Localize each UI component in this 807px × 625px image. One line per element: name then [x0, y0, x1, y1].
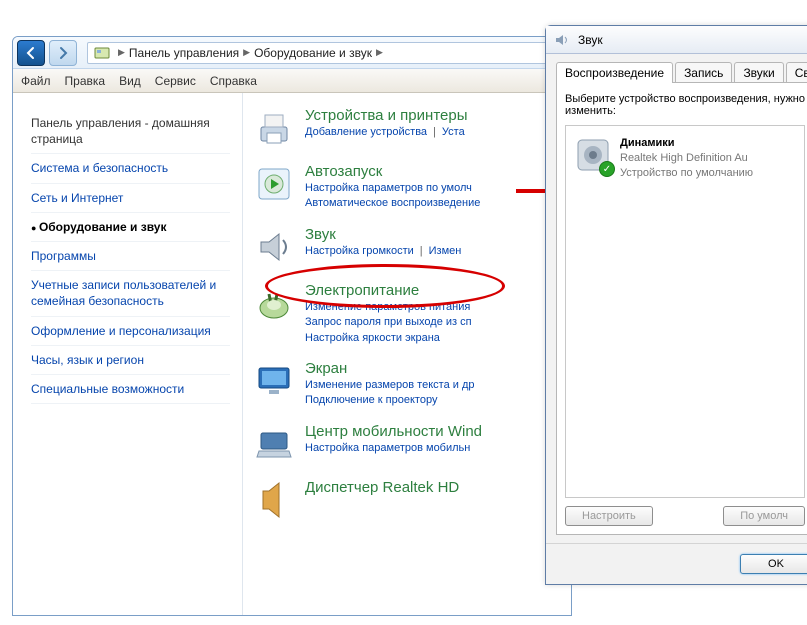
cd-play-icon	[253, 163, 295, 205]
category-link[interactable]: Измен	[429, 245, 462, 257]
sidebar-home[interactable]: Панель управления - домашняя страница	[31, 109, 230, 154]
category-link[interactable]: Автоматическое воспроизведение	[305, 197, 480, 209]
category-realtek-hd: Диспетчер Realtek HD	[253, 479, 561, 521]
sound-dialog: Звук Воспроизведение Запись Звуки Свя Вы…	[545, 25, 807, 585]
breadcrumb-sub[interactable]: Оборудование и звук	[254, 46, 372, 60]
category-link[interactable]: Изменение размеров текста и др	[305, 379, 474, 391]
sidebar-item-clock-region[interactable]: Часы, язык и регион	[31, 346, 230, 375]
category-display: Экран Изменение размеров текста и др Подк…	[253, 360, 561, 409]
category-sound: Звук Настройка громкости|Измен	[253, 226, 561, 268]
control-panel-body: Панель управления - домашняя страница Си…	[13, 93, 571, 615]
category-title[interactable]: Центр мобильности Wind	[305, 423, 561, 440]
device-list[interactable]: ✓ Динамики Realtek High Definition Au Ус…	[565, 125, 805, 498]
category-link[interactable]: Добавление устройства	[305, 126, 427, 138]
default-button[interactable]: По умолч	[723, 506, 805, 526]
menu-tools[interactable]: Сервис	[155, 74, 196, 88]
speaker-icon	[554, 32, 570, 48]
realtek-speaker-icon	[253, 479, 295, 521]
configure-button[interactable]: Настроить	[565, 506, 653, 526]
category-power: Электропитание Изменение параметров пита…	[253, 282, 561, 346]
device-item[interactable]: ✓ Динамики Realtek High Definition Au Ус…	[572, 132, 798, 185]
sidebar-item-users[interactable]: Учетные записи пользователей и семейная …	[31, 271, 230, 316]
device-name: Динамики	[620, 136, 753, 151]
breadcrumb-separator: ▶	[243, 47, 250, 58]
tab-playback[interactable]: Воспроизведение	[556, 62, 673, 83]
category-link[interactable]: Подключение к проектору	[305, 394, 437, 406]
category-link[interactable]: Настройка яркости экрана	[305, 332, 440, 344]
category-title[interactable]: Электропитание	[305, 282, 561, 299]
monitor-icon	[253, 360, 295, 402]
tab-recording[interactable]: Запись	[675, 62, 732, 83]
menu-help[interactable]: Справка	[210, 74, 257, 88]
breadcrumb-root[interactable]: Панель управления	[129, 46, 239, 60]
breadcrumb-separator: ▶	[376, 47, 383, 58]
menu-bar: Файл Правка Вид Сервис Справка	[13, 69, 571, 93]
tab-communications[interactable]: Свя	[786, 62, 807, 83]
power-plug-icon	[253, 282, 295, 324]
category-link[interactable]: Запрос пароля при выходе из сп	[305, 316, 472, 328]
control-panel-window: ▶ Панель управления ▶ Оборудование и зву…	[12, 36, 572, 616]
category-title[interactable]: Устройства и принтеры	[305, 107, 561, 124]
category-link[interactable]: Настройка параметров мобильн	[305, 442, 470, 454]
sound-tabs: Воспроизведение Запись Звуки Свя	[556, 62, 807, 83]
category-autoplay: Автозапуск Настройка параметров по умолч…	[253, 163, 561, 212]
menu-edit[interactable]: Правка	[65, 74, 106, 88]
category-link[interactable]: Настройка громкости	[305, 245, 414, 257]
speaker-device-icon: ✓	[574, 136, 612, 174]
category-title[interactable]: Экран	[305, 360, 561, 377]
device-make: Realtek High Definition Au	[620, 151, 753, 166]
sidebar-item-network[interactable]: Сеть и Интернет	[31, 184, 230, 213]
menu-view[interactable]: Вид	[119, 74, 141, 88]
menu-file[interactable]: Файл	[21, 74, 51, 88]
sidebar-item-ease-access[interactable]: Специальные возможности	[31, 375, 230, 404]
sidebar: Панель управления - домашняя страница Си…	[13, 93, 243, 615]
sound-dialog-titlebar: Звук	[546, 26, 807, 54]
sidebar-item-system[interactable]: Система и безопасность	[31, 154, 230, 183]
sidebar-item-appearance[interactable]: Оформление и персонализация	[31, 317, 230, 346]
control-panel-icon	[94, 46, 110, 60]
device-status: Устройство по умолчанию	[620, 166, 753, 181]
ok-button[interactable]: OK	[740, 554, 807, 574]
default-check-icon: ✓	[599, 161, 615, 177]
playback-instruction: Выберите устройство воспроизведения, нуж…	[565, 93, 805, 117]
laptop-icon	[253, 423, 295, 465]
back-button[interactable]	[17, 40, 45, 66]
sidebar-item-programs[interactable]: Программы	[31, 242, 230, 271]
navigation-bar: ▶ Панель управления ▶ Оборудование и зву…	[13, 37, 571, 69]
forward-button[interactable]	[49, 40, 77, 66]
playback-panel: Выберите устройство воспроизведения, нуж…	[556, 82, 807, 535]
breadcrumb[interactable]: ▶ Панель управления ▶ Оборудование и зву…	[87, 42, 561, 64]
printer-icon	[253, 107, 295, 149]
category-devices-printers: Устройства и принтеры Добавление устройс…	[253, 107, 561, 149]
category-title[interactable]: Диспетчер Realtek HD	[305, 479, 561, 496]
sound-dialog-title: Звук	[578, 33, 603, 47]
main-content: Устройства и принтеры Добавление устройс…	[243, 93, 571, 615]
category-link[interactable]: Изменение параметров питания	[305, 301, 470, 313]
category-mobility-center: Центр мобильности Wind Настройка парамет…	[253, 423, 561, 465]
category-link[interactable]: Настройка параметров по умолч	[305, 182, 472, 194]
category-title[interactable]: Автозапуск	[305, 163, 561, 180]
breadcrumb-separator: ▶	[118, 47, 125, 58]
sidebar-item-hardware-sound[interactable]: Оборудование и звук	[31, 213, 230, 242]
speaker-icon	[253, 226, 295, 268]
category-title[interactable]: Звук	[305, 226, 561, 243]
tab-sounds[interactable]: Звуки	[734, 62, 783, 83]
category-link[interactable]: Уста	[442, 126, 465, 138]
